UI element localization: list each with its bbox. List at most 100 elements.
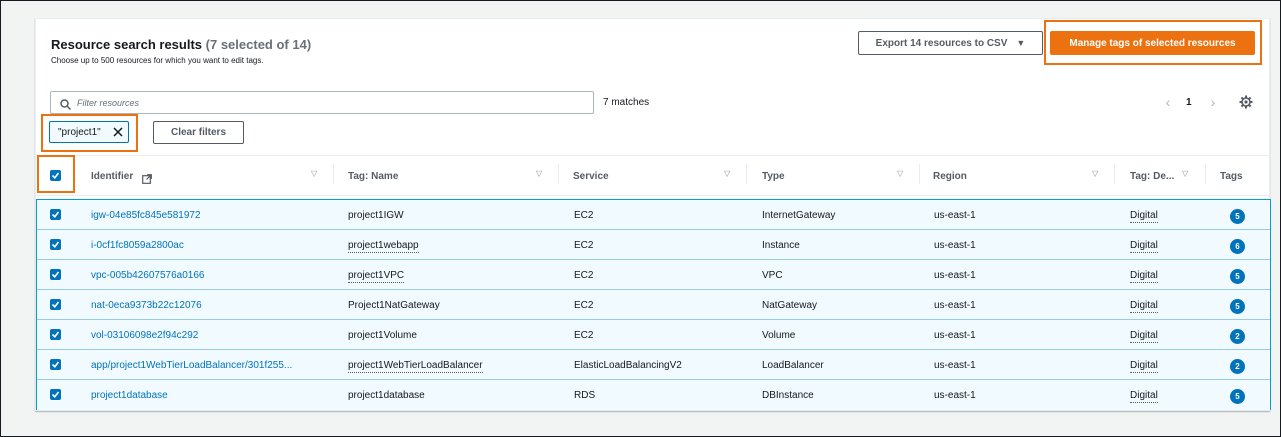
row-type: LoadBalancer xyxy=(762,360,824,371)
matches-count: 7 matches xyxy=(603,97,650,108)
export-csv-button[interactable]: Export 14 resources to CSV ▼ xyxy=(858,31,1043,55)
panel-title: Resource search results (7 selected of 1… xyxy=(51,37,311,52)
sort-icon[interactable]: ▽ xyxy=(724,169,730,178)
row-region: us-east-1 xyxy=(934,210,976,221)
close-icon[interactable] xyxy=(112,126,124,141)
filter-resources-search[interactable] xyxy=(50,91,594,114)
clear-filters-button[interactable]: Clear filters xyxy=(153,121,244,144)
row-region: us-east-1 xyxy=(934,270,976,281)
column-header-region[interactable]: Region xyxy=(933,171,967,182)
sort-icon[interactable]: ▽ xyxy=(536,169,542,178)
row-tag-name: project1database xyxy=(348,390,425,401)
row-region: us-east-1 xyxy=(934,360,976,371)
row-tags-count-badge[interactable]: 6 xyxy=(1230,239,1245,254)
row-service: EC2 xyxy=(574,270,594,281)
chevron-right-icon[interactable]: › xyxy=(1207,95,1219,109)
row-tag-de: Digital xyxy=(1130,210,1158,223)
settings-icon[interactable] xyxy=(1239,95,1253,114)
column-divider xyxy=(333,164,334,184)
panel-title-text: Resource search results xyxy=(51,37,203,52)
row-identifier-link[interactable]: project1database xyxy=(91,390,168,401)
row-tag-name: Project1NatGateway xyxy=(348,300,440,311)
resource-search-results-panel: Resource search results (7 selected of 1… xyxy=(35,18,1271,411)
row-type: InternetGateway xyxy=(762,210,836,221)
table-row[interactable]: app/project1WebTierLoadBalancer/301f255.… xyxy=(37,350,1270,380)
row-tag-de: Digital xyxy=(1130,330,1158,343)
select-all-checkbox[interactable] xyxy=(50,170,61,181)
column-header-service[interactable]: Service xyxy=(573,171,609,182)
column-divider xyxy=(1205,164,1206,184)
column-header-tag-name[interactable]: Tag: Name xyxy=(348,171,398,182)
filter-resources-input[interactable] xyxy=(77,95,577,111)
filter-token: "project1" xyxy=(49,121,129,143)
sort-icon[interactable]: ▽ xyxy=(897,169,903,178)
row-identifier-link[interactable]: i-0cf1fc8059a2800ac xyxy=(91,240,184,251)
table-row[interactable]: project1database project1database RDS DB… xyxy=(37,380,1270,410)
row-tags-count-badge[interactable]: 2 xyxy=(1230,359,1245,374)
table-row[interactable]: igw-04e85fc845e581972 project1IGW EC2 In… xyxy=(37,200,1270,230)
sort-icon[interactable]: ▽ xyxy=(1182,169,1188,178)
row-tags-count-badge[interactable]: 5 xyxy=(1230,269,1245,284)
table-header-divider xyxy=(36,195,1271,196)
row-type: NatGateway xyxy=(762,300,818,311)
table-row[interactable]: vol-03106098e2f94c292 project1Volume EC2… xyxy=(37,320,1270,350)
row-tags-count-badge[interactable]: 5 xyxy=(1230,209,1245,224)
row-tag-de: Digital xyxy=(1130,300,1158,313)
row-tags-count-badge[interactable]: 5 xyxy=(1230,299,1245,314)
row-identifier-link[interactable]: app/project1WebTierLoadBalancer/301f255.… xyxy=(91,360,292,371)
row-tags-count-badge[interactable]: 2 xyxy=(1230,329,1245,344)
search-icon xyxy=(60,97,72,115)
row-tag-de: Digital xyxy=(1130,240,1158,253)
row-type: Volume xyxy=(762,330,796,341)
column-divider xyxy=(1114,164,1115,184)
sort-icon[interactable]: ▽ xyxy=(1092,169,1098,178)
row-checkbox[interactable] xyxy=(50,269,61,280)
row-tag-name: project1webapp xyxy=(348,240,419,253)
row-region: us-east-1 xyxy=(934,330,976,341)
row-tag-name: project1WebTierLoadBalancer xyxy=(348,360,483,373)
table-top-divider xyxy=(36,155,1271,156)
row-tag-de: Digital xyxy=(1130,390,1158,403)
column-header-tags[interactable]: Tags xyxy=(1220,171,1243,182)
row-tag-de: Digital xyxy=(1130,270,1158,283)
column-divider xyxy=(558,164,559,184)
table-row[interactable]: nat-0eca9373b22c12076 Project1NatGateway… xyxy=(37,290,1270,320)
column-header-identifier[interactable]: Identifier xyxy=(91,171,133,182)
column-divider xyxy=(746,164,747,184)
filter-token-label: "project1" xyxy=(58,127,101,138)
row-region: us-east-1 xyxy=(934,300,976,311)
row-checkbox[interactable] xyxy=(50,239,61,250)
results-table-body: igw-04e85fc845e581972 project1IGW EC2 In… xyxy=(36,199,1271,410)
column-header-tag-de[interactable]: Tag: De... xyxy=(1130,171,1174,182)
manage-tags-button[interactable]: Manage tags of selected resources xyxy=(1050,31,1255,55)
row-checkbox[interactable] xyxy=(50,389,61,400)
row-service: EC2 xyxy=(574,240,594,251)
chevron-left-icon[interactable]: ‹ xyxy=(1162,95,1174,109)
row-service: ElasticLoadBalancingV2 xyxy=(574,360,682,371)
row-type: VPC xyxy=(762,270,783,281)
table-row[interactable]: vpc-005b42607576a0166 project1VPC EC2 VP… xyxy=(37,260,1270,290)
row-checkbox[interactable] xyxy=(50,299,61,310)
caret-down-icon: ▼ xyxy=(1016,38,1026,48)
sort-icon[interactable]: ▽ xyxy=(311,169,317,178)
table-row[interactable]: i-0cf1fc8059a2800ac project1webapp EC2 I… xyxy=(37,230,1270,260)
row-identifier-link[interactable]: vol-03106098e2f94c292 xyxy=(91,330,198,341)
row-checkbox[interactable] xyxy=(50,209,61,220)
row-tag-de: Digital xyxy=(1130,360,1158,373)
row-identifier-link[interactable]: vpc-005b42607576a0166 xyxy=(91,270,204,281)
row-checkbox[interactable] xyxy=(50,359,61,370)
current-page[interactable]: 1 xyxy=(1186,97,1192,108)
row-identifier-link[interactable]: nat-0eca9373b22c12076 xyxy=(91,300,202,311)
row-tag-name: project1IGW xyxy=(348,210,404,221)
panel-description: Choose up to 500 resources for which you… xyxy=(51,56,264,65)
row-type: Instance xyxy=(762,240,800,251)
row-type: DBInstance xyxy=(762,390,814,401)
row-identifier-link[interactable]: igw-04e85fc845e581972 xyxy=(91,210,201,221)
row-checkbox[interactable] xyxy=(50,329,61,340)
row-service: EC2 xyxy=(574,330,594,341)
row-tags-count-badge[interactable]: 5 xyxy=(1230,389,1245,404)
row-tag-name: project1Volume xyxy=(348,330,417,341)
row-tag-name: project1VPC xyxy=(348,270,405,283)
column-header-type[interactable]: Type xyxy=(762,171,785,182)
row-service: RDS xyxy=(574,390,596,401)
